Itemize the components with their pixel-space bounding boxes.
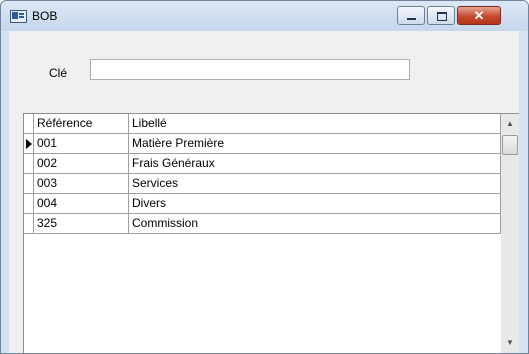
row-indicator	[24, 194, 34, 214]
cell-reference[interactable]: 004	[34, 194, 129, 214]
records-grid[interactable]: Référence Libellé 001 Matière Première 0…	[23, 113, 519, 353]
scroll-down-arrow-icon[interactable]: ▼	[501, 333, 519, 353]
maximize-icon	[437, 12, 447, 21]
close-icon: ✕	[473, 8, 485, 23]
minimize-icon	[407, 18, 416, 20]
cell-libelle[interactable]: Frais Généraux	[129, 154, 501, 174]
key-input[interactable]	[90, 59, 410, 80]
cell-reference[interactable]: 003	[34, 174, 129, 194]
scroll-up-arrow-icon[interactable]: ▲	[501, 114, 519, 134]
row-indicator-header	[24, 114, 34, 134]
row-indicator	[24, 174, 34, 194]
cell-libelle[interactable]: Divers	[129, 194, 501, 214]
window-client-area: Clé Référence Libellé 001 Matière Premiè…	[9, 31, 519, 353]
row-indicator	[24, 214, 34, 234]
row-indicator	[24, 154, 34, 174]
cell-reference[interactable]: 002	[34, 154, 129, 174]
table-row[interactable]: 003 Services	[24, 174, 501, 194]
cell-reference[interactable]: 325	[34, 214, 129, 234]
row-indicator	[24, 134, 34, 154]
table-row[interactable]: 004 Divers	[24, 194, 501, 214]
maximize-button[interactable]	[427, 6, 455, 25]
column-header-libelle[interactable]: Libellé	[129, 114, 501, 134]
app-icon[interactable]	[10, 10, 27, 23]
table-row[interactable]: 325 Commission	[24, 214, 501, 234]
vertical-scrollbar[interactable]: ▲ ▼	[501, 114, 519, 353]
title-bar[interactable]: BOB ✕	[1, 1, 528, 31]
close-button[interactable]: ✕	[457, 6, 501, 25]
table-row[interactable]: 001 Matière Première	[24, 134, 501, 154]
scroll-thumb[interactable]	[502, 135, 518, 155]
key-label: Clé	[49, 66, 68, 80]
bob-window: BOB ✕ Clé Référence Libellé 001 Matière …	[0, 0, 529, 354]
cell-reference[interactable]: 001	[34, 134, 129, 154]
window-title: BOB	[32, 9, 58, 23]
cell-libelle[interactable]: Matière Première	[129, 134, 501, 154]
column-header-reference[interactable]: Référence	[34, 114, 129, 134]
table-row[interactable]: 002 Frais Généraux	[24, 154, 501, 174]
minimize-button[interactable]	[397, 6, 425, 25]
cell-libelle[interactable]: Commission	[129, 214, 501, 234]
current-row-pointer-icon	[26, 139, 32, 149]
cell-libelle[interactable]: Services	[129, 174, 501, 194]
